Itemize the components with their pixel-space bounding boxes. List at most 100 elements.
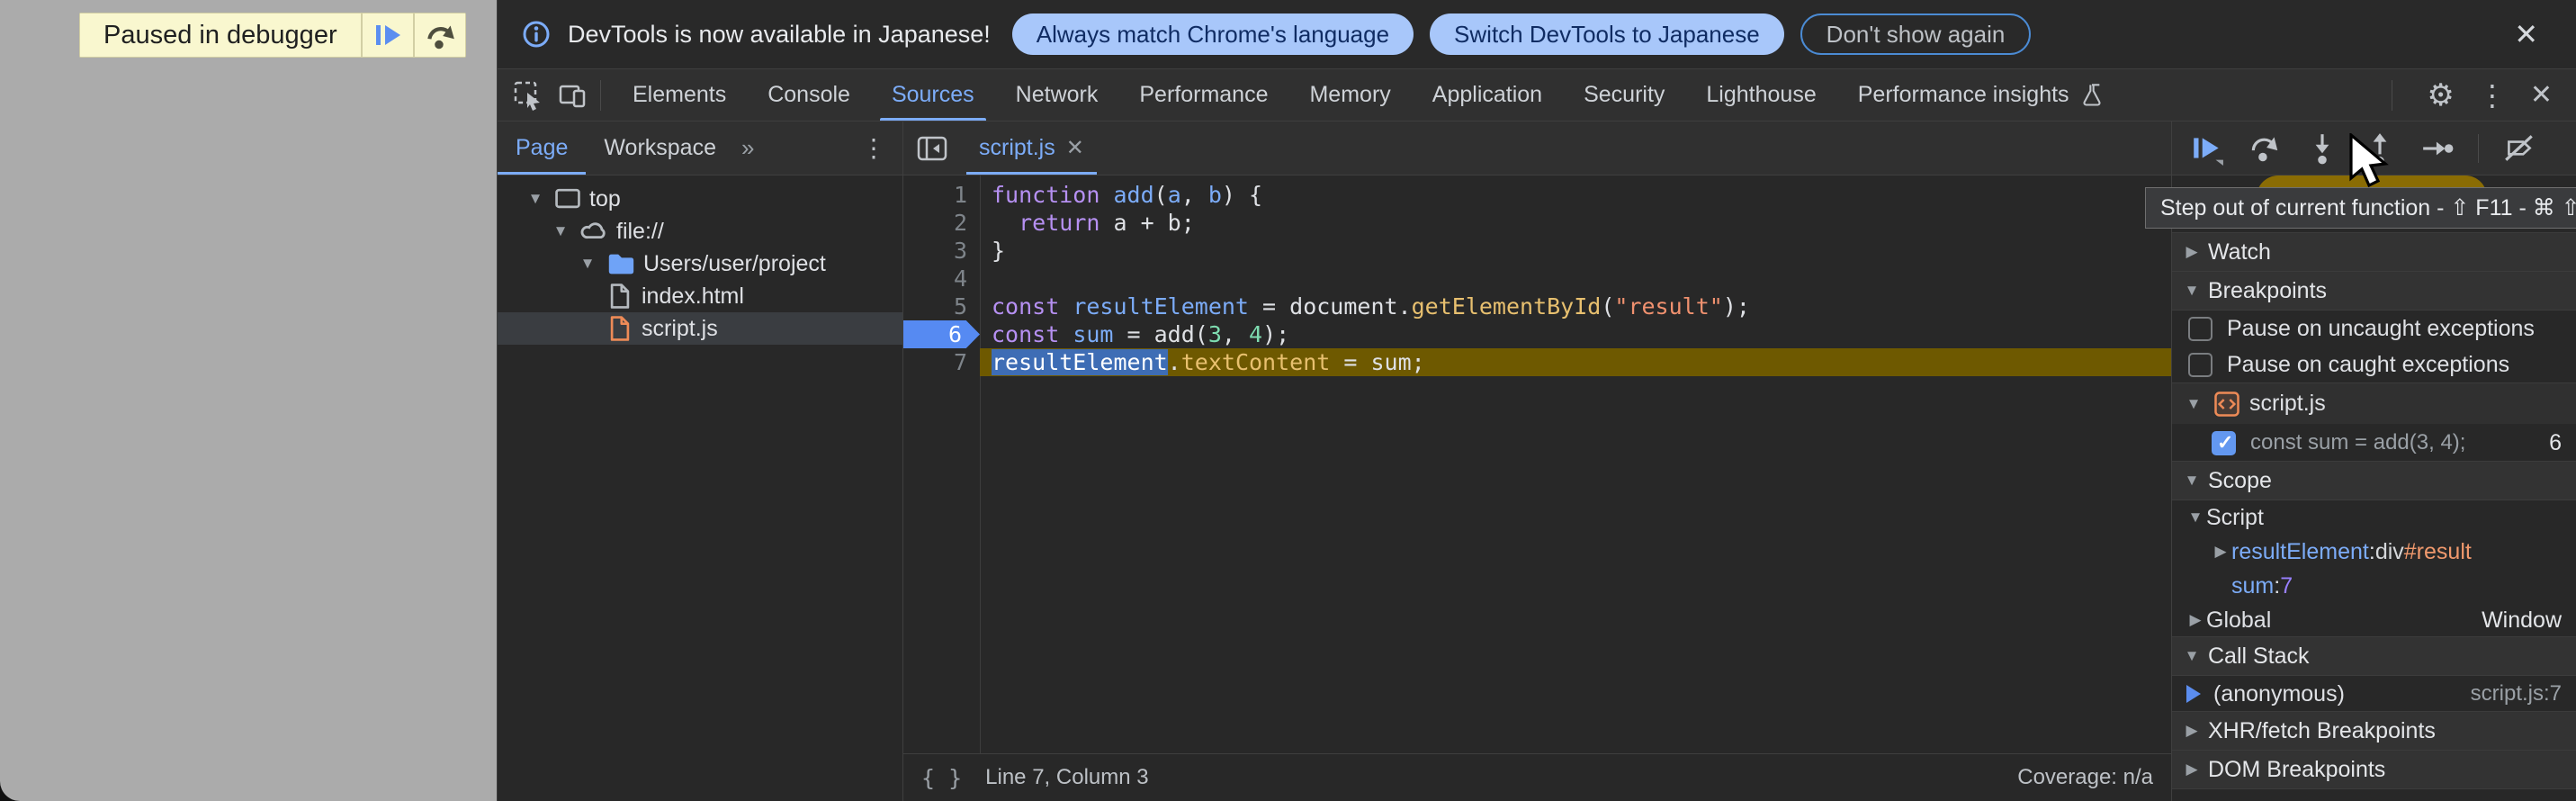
navigator-tab-workspace[interactable]: Workspace [586, 122, 734, 175]
pretty-print-icon[interactable]: { } [921, 765, 962, 791]
line-number[interactable]: 2 [903, 209, 980, 237]
collapse-arrow-icon[interactable]: ▶ [2181, 760, 2203, 778]
dont-show-again-button[interactable]: Don't show again [1800, 14, 2032, 55]
section-xhr-breakpoints[interactable]: ▶ XHR/fetch Breakpoints [2172, 711, 2576, 751]
collapse-navigator-icon[interactable] [903, 132, 961, 165]
scope-var-resultelement[interactable]: ▶ resultElement: div#result [2172, 535, 2576, 569]
tab-performance-insights[interactable]: Performance insights [1837, 69, 2126, 121]
code-line-3: 3} [903, 237, 2171, 265]
line-number[interactable]: 7 [903, 348, 980, 376]
always-match-language-button[interactable]: Always match Chrome's language [1012, 14, 1414, 55]
frame-icon [553, 184, 582, 213]
expand-arrow-icon[interactable]: ▼ [525, 190, 546, 208]
navigator-kebab-icon[interactable]: ⋮ [861, 133, 902, 163]
switch-to-japanese-button[interactable]: Switch DevTools to Japanese [1430, 14, 1784, 55]
call-stack-frame[interactable]: (anonymous) script.js:7 [2172, 676, 2576, 712]
tab-application[interactable]: Application [1412, 69, 1563, 121]
step-button[interactable] [2420, 131, 2455, 166]
code-line-5: 5const resultElement = document.getEleme… [903, 292, 2171, 320]
tab-sources[interactable]: Sources [871, 69, 995, 121]
code-content[interactable]: const sum = add(3, 4); [980, 320, 2171, 348]
section-call-stack[interactable]: ▼ Call Stack [2172, 636, 2576, 676]
resume-script-button[interactable] [363, 14, 413, 57]
paused-in-debugger-banner: Paused in debugger [79, 13, 466, 58]
language-infobar: DevTools is now available in Japanese! A… [498, 0, 2576, 69]
code-content[interactable] [980, 265, 2171, 292]
devtools-close-icon[interactable]: ✕ [2530, 79, 2553, 111]
tree-item-file-origin[interactable]: ▼ file:// [498, 215, 902, 248]
tab-lighthouse[interactable]: Lighthouse [1685, 69, 1836, 121]
breakpoint-entry[interactable]: const sum = add(3, 4); 6 [2172, 424, 2576, 462]
devtools-window: DevTools is now available in Japanese! A… [497, 0, 2576, 801]
collapse-arrow-icon[interactable]: ▼ [2183, 395, 2204, 413]
pause-uncaught-checkbox[interactable] [2188, 317, 2212, 341]
step-into-button[interactable] [2305, 131, 2339, 166]
code-editor[interactable]: 1function add(a, b) {2 return a + b;3}45… [903, 176, 2171, 753]
frame-location: script.js:7 [2471, 681, 2576, 706]
tab-security[interactable]: Security [1563, 69, 1685, 121]
collapse-arrow-icon[interactable]: ▶ [2181, 722, 2203, 740]
resume-button[interactable] [2190, 131, 2224, 166]
breakpoint-checkbox[interactable] [2212, 431, 2236, 455]
code-content[interactable]: return a + b; [980, 209, 2171, 237]
line-number[interactable]: 1 [903, 181, 980, 209]
settings-gear-icon[interactable]: ⚙ [2427, 77, 2454, 113]
file-icon-script [606, 314, 634, 343]
file-icon [606, 282, 634, 310]
tab-network[interactable]: Network [995, 69, 1119, 121]
section-dom-breakpoints[interactable]: ▶ DOM Breakpoints [2172, 750, 2576, 789]
tab-console[interactable]: Console [747, 69, 871, 121]
code-line-2: 2 return a + b; [903, 209, 2171, 237]
flask-icon [2078, 82, 2105, 109]
scope-global-group[interactable]: ▶ Global Window [2172, 603, 2576, 637]
infobar-close-icon[interactable]: ✕ [2514, 17, 2538, 51]
collapse-arrow-icon[interactable]: ▼ [2181, 647, 2203, 665]
scope-script-group[interactable]: ▼ Script [2172, 500, 2576, 535]
line-number[interactable]: 4 [903, 265, 980, 292]
collapse-arrow-icon[interactable]: ▼ [2181, 472, 2203, 490]
tab-elements[interactable]: Elements [612, 69, 747, 121]
tree-item-project-folder[interactable]: ▼ Users/user/project [498, 248, 902, 280]
expand-arrow-icon[interactable]: ▶ [2210, 543, 2231, 561]
section-scope[interactable]: ▼ Scope [2172, 461, 2576, 500]
section-breakpoints[interactable]: ▼ Breakpoints [2172, 271, 2576, 310]
line-number[interactable]: 3 [903, 237, 980, 265]
code-content[interactable]: } [980, 237, 2171, 265]
device-toolbar-icon[interactable] [557, 79, 589, 112]
step-over-banner-button[interactable] [415, 14, 465, 57]
code-content[interactable]: resultElement.textContent = sum; [980, 348, 2171, 376]
expand-arrow-icon[interactable]: ▼ [577, 255, 598, 273]
collapse-arrow-icon[interactable]: ▼ [2181, 282, 2203, 300]
tab-memory[interactable]: Memory [1288, 69, 1411, 121]
tab-performance[interactable]: Performance [1118, 69, 1288, 121]
line-number[interactable]: 5 [903, 292, 980, 320]
tree-item-index-html[interactable]: index.html [498, 280, 902, 312]
pause-uncaught-exceptions-row[interactable]: Pause on uncaught exceptions [2172, 310, 2576, 346]
more-options-kebab-icon[interactable]: ⋮ [2478, 78, 2507, 112]
code-content[interactable]: const resultElement = document.getElemen… [980, 292, 2171, 320]
more-tabs-chevron-icon[interactable]: » [734, 134, 761, 162]
editor-statusbar: { } Line 7, Column 3 Coverage: n/a [903, 753, 2171, 801]
breakpoint-line-number[interactable]: 6 [903, 320, 980, 348]
expand-arrow-icon[interactable]: ▼ [550, 222, 571, 240]
breakpoint-file-group[interactable]: ▼ script.js [2172, 382, 2576, 424]
collapse-arrow-icon[interactable]: ▶ [2181, 243, 2203, 261]
tree-item-top[interactable]: ▼ top [498, 183, 902, 215]
expand-arrow-icon[interactable]: ▶ [2185, 611, 2206, 629]
navigator-tab-page[interactable]: Page [498, 122, 586, 175]
code-content[interactable]: function add(a, b) { [980, 181, 2171, 209]
section-watch[interactable]: ▶ Watch [2172, 232, 2576, 272]
pause-caught-exceptions-row[interactable]: Pause on caught exceptions [2172, 346, 2576, 382]
deactivate-breakpoints-button[interactable] [2502, 131, 2536, 166]
code-line-1: 1function add(a, b) { [903, 181, 2171, 209]
tab-close-icon[interactable]: ✕ [1066, 135, 1084, 161]
paused-banner-label: Paused in debugger [80, 14, 361, 57]
editor-tab-script-js[interactable]: script.js ✕ [961, 122, 1102, 175]
tree-item-script-js[interactable]: script.js [498, 312, 902, 345]
scope-var-sum[interactable]: sum: 7 [2172, 569, 2576, 603]
inspect-element-icon[interactable] [512, 79, 544, 112]
pause-caught-checkbox[interactable] [2188, 353, 2212, 377]
step-over-button[interactable] [2248, 131, 2282, 166]
collapse-arrow-icon[interactable]: ▼ [2185, 508, 2206, 526]
toolbar-divider [600, 80, 601, 111]
